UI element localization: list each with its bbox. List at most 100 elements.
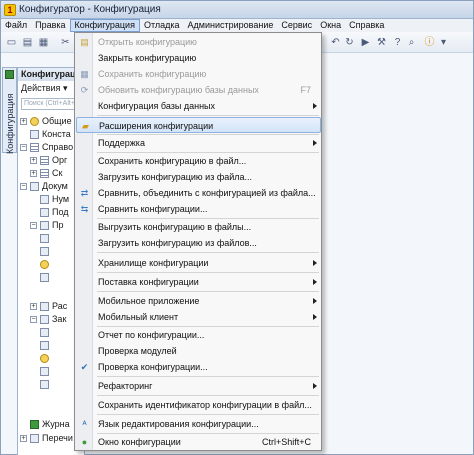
form-icon xyxy=(40,259,49,269)
catalog-icon xyxy=(40,155,49,165)
menu-windows[interactable]: Окна xyxy=(316,19,345,32)
menu-item-save-to-file[interactable]: Сохранить конфигурацию в файл... xyxy=(76,153,321,169)
menu-service[interactable]: Сервис xyxy=(277,19,316,32)
tree-node[interactable]: + Перечи xyxy=(20,432,73,444)
menu-item-support[interactable]: Поддержка xyxy=(76,135,321,151)
search-icon[interactable]: ⌕ xyxy=(405,36,418,49)
help-icon[interactable]: ? xyxy=(391,36,404,49)
constants-icon xyxy=(30,129,39,139)
collapse-icon[interactable]: − xyxy=(30,221,37,229)
tree-node-label: Журна xyxy=(42,419,70,429)
tree-node[interactable] xyxy=(40,271,52,283)
tree-node[interactable]: Под xyxy=(40,206,69,218)
menu-item-configuration-extensions[interactable]: ▰ Расширения конфигурации xyxy=(76,117,321,133)
menu-item-delivery[interactable]: Поставка конфигурации xyxy=(76,274,321,290)
tree-node[interactable]: − Зак xyxy=(30,313,66,325)
tree-node[interactable] xyxy=(40,245,52,257)
chevron-down-icon[interactable]: ▾ xyxy=(437,36,450,49)
expand-icon[interactable]: + xyxy=(20,434,27,442)
menu-item-export-to-files[interactable]: Выгрузить конфигурацию в файлы... xyxy=(76,219,321,235)
tree-node[interactable]: − Справо xyxy=(20,141,73,153)
menu-separator xyxy=(97,376,319,377)
menu-administration[interactable]: Администрирование xyxy=(184,19,278,32)
tree-node[interactable]: + Орг xyxy=(30,154,67,166)
menu-item-update-db-configuration[interactable]: ⟳ Обновить конфигурацию базы данных F7 xyxy=(76,82,321,98)
refresh-icon[interactable]: ↻ xyxy=(343,36,356,49)
menu-item-configuration-window[interactable]: ● Окно конфигурации Ctrl+Shift+C xyxy=(76,434,321,450)
menu-file[interactable]: Файл xyxy=(1,19,31,32)
tree-node[interactable] xyxy=(40,352,52,364)
new-document-icon[interactable]: ▭ xyxy=(5,36,18,49)
tree-node-label: Орг xyxy=(52,155,68,165)
tools-icon[interactable]: ⚒ xyxy=(375,36,388,49)
tree-node[interactable]: + Рас xyxy=(30,300,67,312)
menu-item-repository[interactable]: Хранилище конфигурации xyxy=(76,255,321,271)
tree-node[interactable]: − Докум xyxy=(20,180,68,192)
collapse-icon[interactable]: − xyxy=(20,182,27,190)
tree-node[interactable]: Нум xyxy=(40,193,69,205)
menu-item-check-configuration[interactable]: ✔ Проверка конфигурации... xyxy=(76,359,321,375)
attribute-icon xyxy=(40,327,49,337)
shortcut-label: F7 xyxy=(300,85,311,95)
menu-item-compare-merge-file[interactable]: ⇄ Сравнить, объединить с конфигурацией и… xyxy=(76,185,321,201)
open-folder-icon[interactable]: ▤ xyxy=(21,36,34,49)
menu-separator xyxy=(97,272,319,273)
debug-run-icon[interactable]: ▶ xyxy=(359,36,372,49)
tree-node[interactable]: − Пр xyxy=(30,219,63,231)
expand-icon[interactable]: + xyxy=(30,156,37,164)
document-icon xyxy=(40,301,49,311)
tree-node-label: Пр xyxy=(52,220,64,230)
menu-item-compare-configurations[interactable]: ⇆ Сравнить конфигурации... xyxy=(76,201,321,217)
cut-icon[interactable]: ✂ xyxy=(59,36,72,49)
menu-item-mobile-app[interactable]: Мобильное приложение xyxy=(76,293,321,309)
expand-icon[interactable]: + xyxy=(20,117,27,125)
menu-item-db-configuration[interactable]: Конфигурация базы данных xyxy=(76,98,321,114)
configuration-menu-dropdown: ▤ Открыть конфигурацию Закрыть конфигура… xyxy=(74,32,322,451)
menu-item-refactoring[interactable]: Рефакторинг xyxy=(76,378,321,394)
configuration-side-tab[interactable]: Конфигурация xyxy=(2,67,17,154)
menu-item-load-from-file[interactable]: Загрузить конфигурацию из файла... xyxy=(76,169,321,185)
tree-node[interactable] xyxy=(40,258,52,270)
window-title: Конфигуратор - Конфигурация xyxy=(19,4,161,15)
actions-button[interactable]: Действия ▾ xyxy=(21,83,67,94)
menu-separator xyxy=(97,414,319,415)
menu-item-check-modules[interactable]: Проверка модулей xyxy=(76,343,321,359)
language-icon: ᴬ xyxy=(82,419,87,429)
tree-node-label: Справо xyxy=(42,142,74,152)
menu-item-save-configuration[interactable]: ▦ Сохранить конфигурацию xyxy=(76,66,321,82)
configuration-window-icon: ● xyxy=(81,437,88,447)
menu-item-mobile-client[interactable]: Мобильный клиент xyxy=(76,309,321,325)
expand-icon[interactable]: + xyxy=(30,302,37,310)
menu-item-editing-language[interactable]: ᴬ Язык редактирования конфигурации... xyxy=(76,416,321,432)
undo-icon[interactable]: ↶ xyxy=(329,36,342,49)
tree-node[interactable] xyxy=(40,339,52,351)
tree-node-label: Зак xyxy=(52,314,67,324)
tree-node[interactable]: + Ск xyxy=(30,167,62,179)
menu-item-configuration-report[interactable]: Отчет по конфигурации... xyxy=(76,327,321,343)
menu-item-save-configuration-id[interactable]: Сохранить идентификатор конфигурации в ф… xyxy=(76,397,321,413)
menu-help[interactable]: Справка xyxy=(345,19,388,32)
app-logo-icon: 1 xyxy=(4,3,16,16)
tree-node[interactable]: + Общие xyxy=(20,115,72,127)
collapse-icon[interactable]: − xyxy=(20,143,27,151)
submenu-arrow-icon xyxy=(313,298,317,304)
common-icon xyxy=(30,116,39,126)
menu-edit[interactable]: Правка xyxy=(31,19,69,32)
tree-node[interactable] xyxy=(40,232,52,244)
tree-node[interactable] xyxy=(40,365,52,377)
expand-icon[interactable]: + xyxy=(30,169,37,177)
side-tab-label: Конфигурация xyxy=(5,93,15,154)
info-icon[interactable]: ⓘ xyxy=(423,36,436,49)
tree-node[interactable] xyxy=(40,326,52,338)
collapse-icon[interactable]: − xyxy=(30,315,37,323)
tree-node[interactable]: Журна xyxy=(30,418,70,430)
menu-item-close-configuration[interactable]: Закрыть конфигурацию xyxy=(76,50,321,66)
menu-item-open-configuration[interactable]: ▤ Открыть конфигурацию xyxy=(76,34,321,50)
tree-node[interactable] xyxy=(40,378,52,390)
tree-node-label: Конста xyxy=(42,129,71,139)
menu-debug[interactable]: Отладка xyxy=(140,19,184,32)
menu-configuration[interactable]: Конфигурация xyxy=(69,19,140,32)
tree-node[interactable]: Конста xyxy=(30,128,71,140)
save-icon[interactable]: ▦ xyxy=(37,36,50,49)
menu-item-import-from-files[interactable]: Загрузить конфигурацию из файлов... xyxy=(76,235,321,251)
